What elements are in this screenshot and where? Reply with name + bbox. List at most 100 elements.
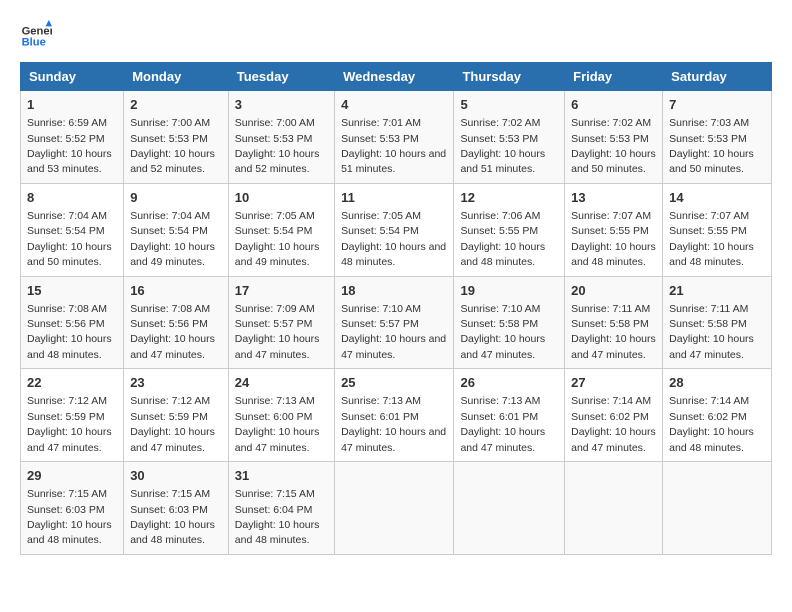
calendar-cell: 18 Sunrise: 7:10 AM Sunset: 5:57 PM Dayl… (335, 276, 454, 369)
day-number: 24 (235, 374, 328, 392)
day-number: 23 (130, 374, 222, 392)
logo: General Blue (20, 20, 52, 52)
calendar-cell: 10 Sunrise: 7:05 AM Sunset: 5:54 PM Dayl… (228, 183, 334, 276)
day-sunset: Sunset: 5:53 PM (130, 133, 208, 145)
day-daylight: Daylight: 10 hours and 47 minutes. (235, 333, 320, 360)
day-number: 12 (460, 189, 558, 207)
day-sunrise: Sunrise: 7:12 AM (27, 395, 107, 407)
day-number: 27 (571, 374, 656, 392)
day-number: 31 (235, 467, 328, 485)
day-sunset: Sunset: 5:59 PM (130, 411, 208, 423)
day-number: 15 (27, 282, 117, 300)
day-sunset: Sunset: 5:56 PM (27, 318, 105, 330)
day-sunset: Sunset: 5:59 PM (27, 411, 105, 423)
calendar-cell: 30 Sunrise: 7:15 AM Sunset: 6:03 PM Dayl… (124, 462, 229, 555)
calendar-cell: 11 Sunrise: 7:05 AM Sunset: 5:54 PM Dayl… (335, 183, 454, 276)
day-sunrise: Sunrise: 7:12 AM (130, 395, 210, 407)
day-number: 21 (669, 282, 765, 300)
day-sunset: Sunset: 5:58 PM (669, 318, 747, 330)
logo-icon: General Blue (20, 20, 52, 52)
day-number: 20 (571, 282, 656, 300)
day-daylight: Daylight: 10 hours and 48 minutes. (460, 241, 545, 268)
day-sunrise: Sunrise: 7:11 AM (669, 303, 748, 315)
day-sunset: Sunset: 6:03 PM (130, 504, 208, 516)
calendar-cell: 24 Sunrise: 7:13 AM Sunset: 6:00 PM Dayl… (228, 369, 334, 462)
day-sunset: Sunset: 5:52 PM (27, 133, 105, 145)
calendar-cell (335, 462, 454, 555)
day-number: 14 (669, 189, 765, 207)
calendar-cell: 9 Sunrise: 7:04 AM Sunset: 5:54 PM Dayli… (124, 183, 229, 276)
day-sunset: Sunset: 5:53 PM (571, 133, 649, 145)
day-sunset: Sunset: 6:02 PM (571, 411, 649, 423)
calendar-cell: 15 Sunrise: 7:08 AM Sunset: 5:56 PM Dayl… (21, 276, 124, 369)
day-daylight: Daylight: 10 hours and 47 minutes. (460, 426, 545, 453)
day-sunrise: Sunrise: 7:07 AM (669, 210, 749, 222)
day-number: 13 (571, 189, 656, 207)
calendar-cell: 6 Sunrise: 7:02 AM Sunset: 5:53 PM Dayli… (565, 91, 663, 184)
day-sunrise: Sunrise: 7:01 AM (341, 117, 421, 129)
day-daylight: Daylight: 10 hours and 48 minutes. (27, 519, 112, 546)
day-daylight: Daylight: 10 hours and 50 minutes. (669, 148, 754, 175)
calendar-cell: 20 Sunrise: 7:11 AM Sunset: 5:58 PM Dayl… (565, 276, 663, 369)
day-sunset: Sunset: 5:55 PM (669, 225, 747, 237)
calendar-cell: 3 Sunrise: 7:00 AM Sunset: 5:53 PM Dayli… (228, 91, 334, 184)
week-row-5: 29 Sunrise: 7:15 AM Sunset: 6:03 PM Dayl… (21, 462, 772, 555)
day-daylight: Daylight: 10 hours and 48 minutes. (571, 241, 656, 268)
day-sunrise: Sunrise: 7:08 AM (27, 303, 107, 315)
day-daylight: Daylight: 10 hours and 49 minutes. (130, 241, 215, 268)
day-daylight: Daylight: 10 hours and 47 minutes. (130, 426, 215, 453)
day-number: 10 (235, 189, 328, 207)
day-sunrise: Sunrise: 7:13 AM (341, 395, 421, 407)
day-daylight: Daylight: 10 hours and 51 minutes. (341, 148, 446, 175)
column-header-saturday: Saturday (663, 63, 772, 91)
day-daylight: Daylight: 10 hours and 47 minutes. (341, 333, 446, 360)
calendar-cell (454, 462, 565, 555)
column-header-monday: Monday (124, 63, 229, 91)
day-sunrise: Sunrise: 7:15 AM (27, 488, 107, 500)
header-row: SundayMondayTuesdayWednesdayThursdayFrid… (21, 63, 772, 91)
day-daylight: Daylight: 10 hours and 47 minutes. (460, 333, 545, 360)
day-number: 8 (27, 189, 117, 207)
day-daylight: Daylight: 10 hours and 48 minutes. (235, 519, 320, 546)
day-sunrise: Sunrise: 7:11 AM (571, 303, 650, 315)
day-daylight: Daylight: 10 hours and 47 minutes. (27, 426, 112, 453)
day-number: 28 (669, 374, 765, 392)
day-sunset: Sunset: 5:53 PM (341, 133, 419, 145)
day-sunrise: Sunrise: 7:04 AM (27, 210, 107, 222)
day-number: 11 (341, 189, 447, 207)
day-daylight: Daylight: 10 hours and 47 minutes. (235, 426, 320, 453)
day-number: 26 (460, 374, 558, 392)
day-number: 6 (571, 96, 656, 114)
calendar-cell: 21 Sunrise: 7:11 AM Sunset: 5:58 PM Dayl… (663, 276, 772, 369)
calendar-cell: 23 Sunrise: 7:12 AM Sunset: 5:59 PM Dayl… (124, 369, 229, 462)
day-sunrise: Sunrise: 7:08 AM (130, 303, 210, 315)
day-number: 22 (27, 374, 117, 392)
day-number: 4 (341, 96, 447, 114)
day-sunrise: Sunrise: 7:03 AM (669, 117, 749, 129)
calendar-cell: 19 Sunrise: 7:10 AM Sunset: 5:58 PM Dayl… (454, 276, 565, 369)
day-sunrise: Sunrise: 7:00 AM (130, 117, 210, 129)
day-sunrise: Sunrise: 7:09 AM (235, 303, 315, 315)
calendar-cell: 7 Sunrise: 7:03 AM Sunset: 5:53 PM Dayli… (663, 91, 772, 184)
calendar-cell: 4 Sunrise: 7:01 AM Sunset: 5:53 PM Dayli… (335, 91, 454, 184)
calendar-cell: 22 Sunrise: 7:12 AM Sunset: 5:59 PM Dayl… (21, 369, 124, 462)
column-header-wednesday: Wednesday (335, 63, 454, 91)
calendar-cell: 14 Sunrise: 7:07 AM Sunset: 5:55 PM Dayl… (663, 183, 772, 276)
column-header-thursday: Thursday (454, 63, 565, 91)
day-number: 17 (235, 282, 328, 300)
day-number: 1 (27, 96, 117, 114)
day-sunrise: Sunrise: 7:15 AM (235, 488, 315, 500)
week-row-4: 22 Sunrise: 7:12 AM Sunset: 5:59 PM Dayl… (21, 369, 772, 462)
svg-text:General: General (22, 25, 52, 37)
day-sunrise: Sunrise: 7:05 AM (341, 210, 421, 222)
day-sunset: Sunset: 5:54 PM (130, 225, 208, 237)
day-daylight: Daylight: 10 hours and 48 minutes. (669, 241, 754, 268)
column-header-sunday: Sunday (21, 63, 124, 91)
day-sunset: Sunset: 5:53 PM (235, 133, 313, 145)
calendar-cell: 5 Sunrise: 7:02 AM Sunset: 5:53 PM Dayli… (454, 91, 565, 184)
day-sunrise: Sunrise: 7:14 AM (571, 395, 651, 407)
day-daylight: Daylight: 10 hours and 47 minutes. (130, 333, 215, 360)
week-row-3: 15 Sunrise: 7:08 AM Sunset: 5:56 PM Dayl… (21, 276, 772, 369)
day-sunset: Sunset: 5:58 PM (571, 318, 649, 330)
day-number: 5 (460, 96, 558, 114)
